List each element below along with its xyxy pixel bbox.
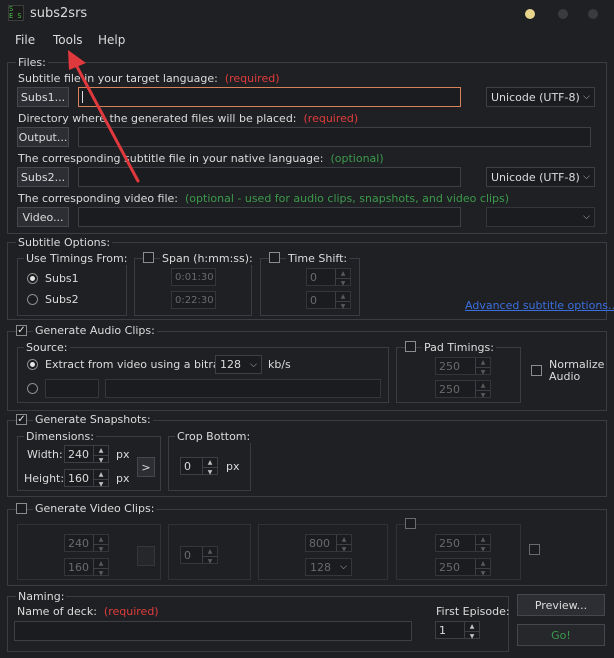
annotation-arrow: [68, 50, 140, 183]
